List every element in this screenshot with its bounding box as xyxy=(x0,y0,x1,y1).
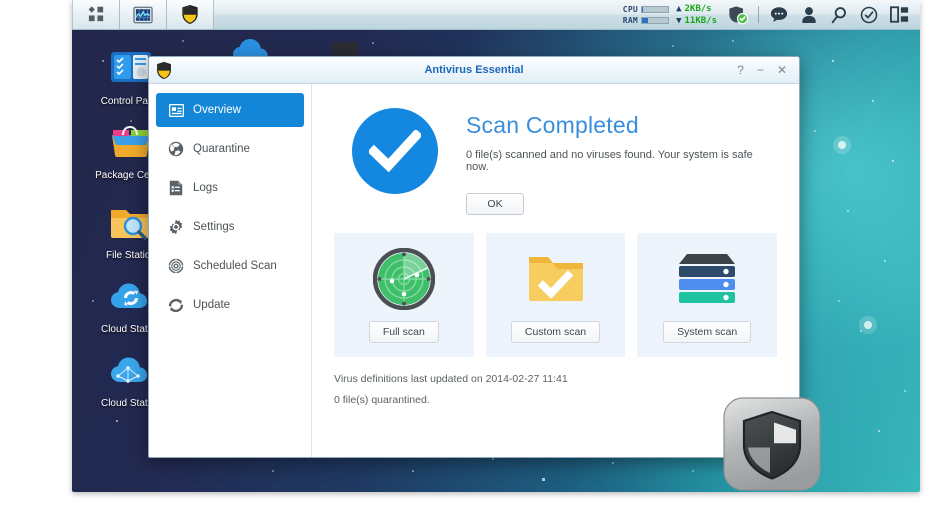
sidebar-item-label: Quarantine xyxy=(193,143,250,155)
full-scan-button[interactable]: Full scan xyxy=(369,321,439,343)
sidebar-item-label: Update xyxy=(193,299,230,311)
window-title: Antivirus Essential xyxy=(149,64,799,76)
cpu-bar xyxy=(641,6,669,13)
sidebar-item-settings[interactable]: Settings xyxy=(156,210,304,244)
upload-rate-row: ▲ 2KB/s xyxy=(676,4,717,14)
check-circle-icon xyxy=(352,108,438,194)
quarantine-biohazard-icon xyxy=(168,141,184,157)
taskbar-button-main-menu[interactable] xyxy=(72,0,120,29)
scan-card-system[interactable]: System scan xyxy=(637,233,777,357)
network-meters: ▲ 2KB/s ▼ 11KB/s xyxy=(676,4,717,26)
antivirus-window: Antivirus Essential ? − ✕ xyxy=(148,56,800,458)
scan-headline: Scan Completed xyxy=(466,112,777,139)
scheduled-target-icon xyxy=(168,258,184,274)
refresh-icon xyxy=(168,297,184,313)
notification-shield-icon[interactable] xyxy=(723,0,753,30)
window-controls: ? − ✕ xyxy=(737,64,793,76)
grid-squares-icon xyxy=(87,5,106,24)
shield-badge-icon xyxy=(722,396,826,492)
download-rate: 11KB/s xyxy=(684,16,717,26)
taskbar-button-resource-monitor[interactable] xyxy=(120,0,167,29)
footer-notes: Virus definitions last updated on 2014-0… xyxy=(334,373,777,406)
ok-button[interactable]: OK xyxy=(466,193,524,215)
check-circle-glyph xyxy=(860,6,878,24)
sidebar-item-quarantine[interactable]: Quarantine xyxy=(156,132,304,166)
window-titlebar[interactable]: Antivirus Essential ? − ✕ xyxy=(149,57,799,84)
sidebar-item-label: Overview xyxy=(193,104,241,116)
sidebar-item-overview[interactable]: Overview xyxy=(156,93,304,127)
gear-icon xyxy=(168,219,184,235)
ram-bar xyxy=(641,17,669,24)
sidebar-item-label: Logs xyxy=(193,182,218,194)
user-glyph xyxy=(801,6,817,24)
cpu-meter: CPU xyxy=(623,5,669,14)
shield-yellow-icon xyxy=(155,61,173,80)
quarantined-count-note: 0 file(s) quarantined. xyxy=(334,394,777,406)
tray-separator xyxy=(758,6,759,23)
cpu-ram-meters: CPU RAM xyxy=(623,5,669,25)
chat-bubble-glyph xyxy=(770,6,788,23)
window-body: Overview Qua xyxy=(149,84,799,457)
system-monitor-widget[interactable]: CPU RAM ▲ 2KB/s ▼ 11KB/s xyxy=(617,4,723,26)
scan-subline: 0 file(s) scanned and no viruses found. … xyxy=(466,149,777,173)
magnifier-glyph xyxy=(830,6,848,24)
chat-bubble-icon[interactable] xyxy=(764,0,794,30)
scan-options: Full scan Custom scan xyxy=(334,233,777,357)
sidebar: Overview Qua xyxy=(149,84,312,457)
overview-card-icon xyxy=(168,102,184,118)
download-rate-row: ▼ 11KB/s xyxy=(676,16,717,26)
close-button[interactable]: ✕ xyxy=(777,64,787,76)
chart-monitor-icon xyxy=(133,6,153,24)
taskbar-spacer xyxy=(214,0,617,29)
upload-arrow-icon: ▲ xyxy=(676,4,681,14)
server-stack-icon xyxy=(675,247,739,311)
system-scan-button[interactable]: System scan xyxy=(663,321,751,343)
notifications-check-icon[interactable] xyxy=(854,0,884,30)
radar-scan-icon xyxy=(373,247,435,311)
shield-yellow-icon xyxy=(180,4,200,25)
help-button[interactable]: ? xyxy=(737,64,744,76)
panel-layout-glyph xyxy=(890,6,909,23)
ram-label: RAM xyxy=(623,16,638,25)
scan-card-custom[interactable]: Custom scan xyxy=(486,233,626,357)
widgets-panel-icon[interactable] xyxy=(884,0,914,30)
folder-check-icon xyxy=(525,247,587,311)
user-account-icon[interactable] xyxy=(794,0,824,30)
cpu-label: CPU xyxy=(623,5,638,14)
sidebar-item-label: Settings xyxy=(193,221,235,233)
search-icon[interactable] xyxy=(824,0,854,30)
minimize-button[interactable]: − xyxy=(757,64,764,76)
screen: Control Panel Package Center File Statio… xyxy=(0,0,938,510)
logs-list-icon xyxy=(168,180,184,196)
upload-rate: 2KB/s xyxy=(684,4,711,14)
taskbar-tray: CPU RAM ▲ 2KB/s ▼ 11KB/s xyxy=(617,0,920,29)
shield-check-status-icon xyxy=(727,5,749,25)
download-arrow-icon: ▼ xyxy=(676,16,681,26)
app-badge[interactable] xyxy=(722,396,826,492)
custom-scan-button[interactable]: Custom scan xyxy=(511,321,600,343)
definitions-updated-note: Virus definitions last updated on 2014-0… xyxy=(334,373,777,385)
scan-status-text: Scan Completed 0 file(s) scanned and no … xyxy=(466,104,777,215)
sidebar-item-scheduled-scan[interactable]: Scheduled Scan xyxy=(156,249,304,283)
taskbar: CPU RAM ▲ 2KB/s ▼ 11KB/s xyxy=(72,0,920,30)
sidebar-item-logs[interactable]: Logs xyxy=(156,171,304,205)
ram-meter: RAM xyxy=(623,16,669,25)
sidebar-item-label: Scheduled Scan xyxy=(193,260,277,272)
sidebar-item-update[interactable]: Update xyxy=(156,288,304,322)
scan-card-full[interactable]: Full scan xyxy=(334,233,474,357)
taskbar-button-antivirus[interactable] xyxy=(167,0,214,29)
scan-status-row: Scan Completed 0 file(s) scanned and no … xyxy=(334,104,777,215)
